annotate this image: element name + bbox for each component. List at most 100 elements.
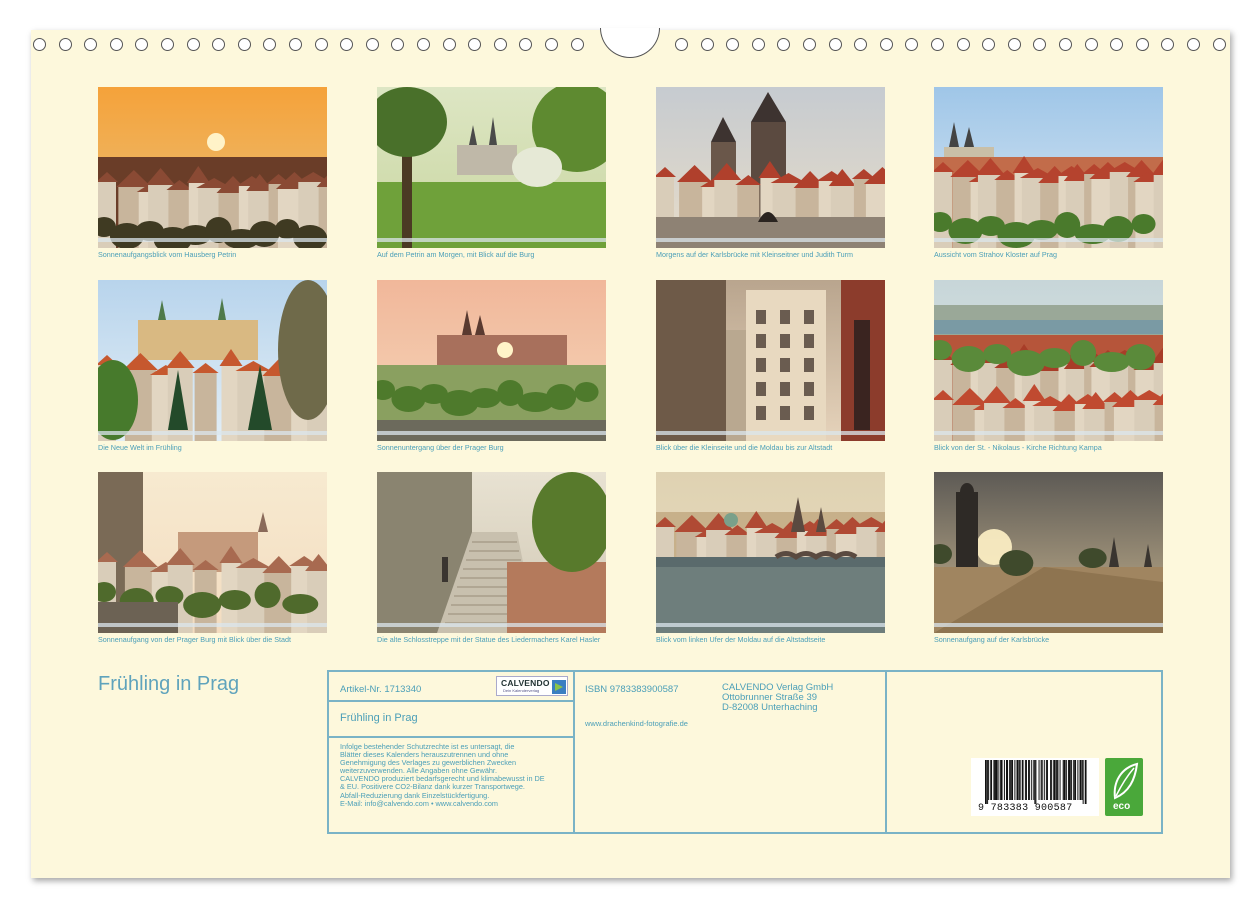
barcode-bar [1007, 760, 1009, 800]
binding-hole [442, 38, 456, 51]
binding-hole [1007, 38, 1021, 51]
barcode-bar [1000, 760, 1003, 800]
photo-caption: Blick über die Kleinseite und die Moldau… [656, 443, 833, 452]
photo-image [934, 280, 1163, 441]
photo-caption: Sonnenuntergang über der Prager Burg [377, 443, 504, 452]
binding-hole [314, 38, 328, 51]
barcode-bar [1014, 760, 1016, 800]
photo-image [377, 280, 606, 441]
barcode-bar [988, 760, 990, 800]
eco-badge: eco [1105, 758, 1143, 816]
barcode-bar [985, 760, 987, 804]
photo-image [656, 280, 885, 441]
barcode: 9 783383 900587 [971, 758, 1099, 816]
photo [98, 280, 327, 441]
photo [934, 280, 1163, 441]
binding-hole [803, 38, 816, 51]
photo-caption: Sonnenaufgang von der Prager Burg mit Bl… [98, 635, 291, 644]
info-box: Artikel-Nr. 1713340 CALVENDO Dein Kalend… [327, 670, 1163, 834]
barcode-bar [993, 760, 995, 800]
barcode-bar [1035, 760, 1037, 804]
photo [377, 280, 606, 441]
legal-text: Infolge bestehender Schutzrechte ist es … [340, 742, 570, 808]
barcode-bar [1021, 760, 1024, 800]
photo [98, 472, 327, 633]
article-row: Artikel-Nr. 1713340 CALVENDO Dein Kalend… [329, 672, 573, 702]
barcode-bar [995, 760, 998, 800]
barcode-bar [1045, 760, 1047, 800]
photo [656, 472, 885, 633]
eco-label: eco [1113, 801, 1131, 812]
barcode-bar [1053, 760, 1056, 800]
photo-image [934, 87, 1163, 248]
photo [656, 280, 885, 441]
photo [934, 87, 1163, 248]
photo-image [98, 280, 327, 441]
barcode-bar [1018, 760, 1020, 800]
barcode-bar [987, 760, 989, 804]
barcode-bar [1010, 760, 1012, 800]
logo-icon [552, 680, 566, 694]
barcode-bar [1065, 760, 1067, 800]
legal-line: E-Mail: info@calvendo.com • www.calvendo… [340, 798, 498, 808]
binding-hole [751, 38, 765, 51]
binding-hole [1059, 38, 1072, 51]
binding-hole [545, 38, 558, 51]
barcode-bar [1051, 760, 1053, 800]
article-number: Artikel-Nr. 1713340 [340, 684, 422, 695]
photo-image [656, 472, 885, 633]
barcode-bar [1071, 760, 1073, 800]
barcode-bar [1062, 760, 1064, 800]
barcode-bar [1081, 760, 1083, 800]
binding-hole [33, 38, 46, 51]
binding-hole [417, 38, 430, 51]
photo-caption: Sonnenaufgang auf der Karlsbrücke [934, 635, 1050, 644]
photo [377, 87, 606, 248]
barcode-bar [1016, 760, 1019, 800]
photo-caption: Blick vom linken Ufer der Moldau auf die… [656, 635, 826, 644]
photo [934, 472, 1163, 633]
title-row: Frühling in Prag [329, 702, 573, 738]
barcode-bar [1025, 760, 1027, 800]
photo-caption: Aussicht vom Strahov Kloster auf Prag [934, 250, 1058, 259]
barcode-bar [990, 760, 993, 800]
barcode-bar [1077, 760, 1079, 800]
barcode-bar [1019, 760, 1021, 800]
photo-image [377, 472, 606, 633]
barcode-bar [1043, 760, 1045, 800]
barcode-bar [1046, 760, 1048, 800]
barcode-bar [1034, 760, 1036, 804]
barcode-bar [1069, 760, 1071, 800]
binding-hole [931, 38, 944, 51]
binding-hole [365, 38, 379, 51]
barcode-bar [1073, 760, 1075, 800]
photo-caption: Blick von der St. - Nikolaus - Kirche Ri… [934, 443, 1102, 452]
barcode-bar [1041, 760, 1043, 800]
barcode-bar [1009, 760, 1011, 800]
info-column-middle: ISBN 9783383900587 CALVENDO Verlag GmbH … [575, 672, 887, 832]
barcode-bar [1038, 760, 1040, 800]
website: www.drachenkind-fotografie.de [585, 719, 688, 728]
barcode-bar [1024, 760, 1026, 800]
binding-hole [828, 38, 842, 51]
binding-hole [700, 38, 714, 51]
publisher-line: D-82008 Unterhaching [722, 702, 818, 713]
photo-image [98, 87, 327, 248]
barcode-digits: 9 783383 900587 [978, 803, 1073, 814]
info-column-left: Artikel-Nr. 1713340 CALVENDO Dein Kalend… [329, 672, 575, 832]
binding-holes [0, 0, 1260, 51]
binding-hole [1084, 38, 1098, 51]
calvendo-logo: CALVENDO Dein Kalenderverlag [496, 676, 568, 696]
binding-hole [237, 38, 251, 51]
binding-hole [161, 38, 174, 51]
photo-image [934, 472, 1163, 633]
barcode-bar [999, 760, 1001, 800]
binding-hole [1212, 38, 1226, 51]
photo-image [377, 87, 606, 248]
barcode-bar [1057, 760, 1059, 800]
calendar-title: Frühling in Prag [98, 673, 240, 695]
binding-hole [109, 38, 123, 51]
binding-hole [1135, 38, 1149, 51]
logo-subtext: Dein Kalenderverlag [503, 688, 540, 693]
photo-caption: Sonnenaufgangsblick vom Hausberg Petrin [98, 250, 237, 259]
